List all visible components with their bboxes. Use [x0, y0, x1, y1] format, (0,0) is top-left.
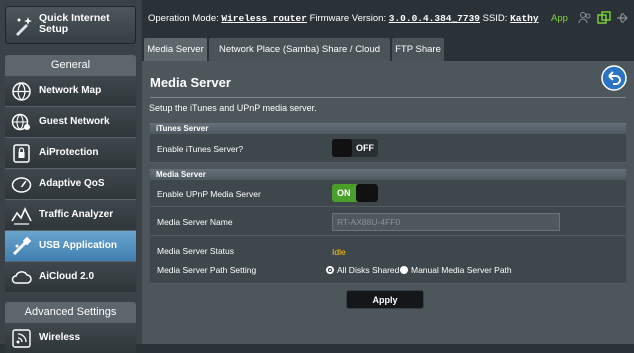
path-setting-row-body: Media Server Path Setting All Disks Shar…: [150, 255, 626, 284]
quick-internet-setup-button[interactable]: Quick Internet Setup: [5, 6, 136, 44]
firmware-version-link[interactable]: 3.0.0.4.384_7739: [389, 13, 480, 24]
sidebar-item-adaptive-qos[interactable]: Adaptive QoS: [5, 168, 136, 199]
server-name-row: Media Server Name RT-AX88U-4FF0: [150, 207, 626, 236]
status-line: Operation Mode: Wireless router Firmware…: [148, 13, 539, 24]
cloud-icon: [11, 271, 32, 284]
traffic-icon: [11, 207, 32, 225]
sidebar-item-label: AiProtection: [39, 147, 99, 158]
manual-path-label[interactable]: Manual Media Server Path: [411, 265, 512, 275]
wand-icon: [16, 17, 32, 36]
sidebar-item-usb-application[interactable]: USB Application: [5, 230, 136, 261]
advanced-section-header: Advanced Settings: [5, 302, 136, 322]
sidebar-item-label: AiCloud 2.0: [39, 271, 95, 282]
itunes-enable-label: Enable iTunes Server?: [157, 144, 244, 154]
tab-bar: Media Server Network Place (Samba) Share…: [142, 36, 634, 78]
sidebar-item-aiprotection[interactable]: AiProtection: [5, 137, 136, 168]
sidebar-item-label: Traffic Analyzer: [39, 209, 114, 220]
sidebar-item-aicloud[interactable]: AiCloud 2.0: [5, 261, 136, 292]
manual-path-radio[interactable]: [400, 266, 408, 274]
toggle-state: ON: [337, 188, 351, 198]
lock-icon: [13, 144, 30, 163]
app-link[interactable]: App: [551, 13, 568, 24]
usb-icon: [12, 236, 32, 256]
sidebar-item-label: USB Application: [39, 240, 117, 251]
itunes-enable-row: Enable iTunes Server? OFF: [150, 134, 626, 163]
toggle-knob: [332, 139, 352, 157]
copy-icon[interactable]: [597, 11, 611, 25]
media-server-panel: Media Server Setup the iTunes and UPnP m…: [142, 61, 634, 344]
usb-status-icon[interactable]: [616, 11, 630, 25]
sidebar-item-label: Wireless: [39, 332, 81, 343]
page-description: Setup the iTunes and UPnP media server.: [149, 103, 317, 113]
sidebar-item-traffic-analyzer[interactable]: Traffic Analyzer: [5, 199, 136, 230]
upnp-enable-row: Enable UPnP Media Server ON: [150, 180, 626, 207]
upnp-enable-label: Enable UPnP Media Server: [157, 189, 261, 199]
page-title: Media Server: [150, 75, 231, 90]
sidebar-item-label: Network Map: [39, 85, 102, 96]
toggle-state: OFF: [356, 143, 374, 153]
itunes-section-header: iTunes Server: [150, 123, 626, 134]
ssid-label: SSID:: [482, 13, 508, 24]
all-disks-label[interactable]: All Disks Shared: [337, 265, 399, 275]
upnp-toggle[interactable]: ON: [332, 184, 378, 202]
gauge-icon: [11, 177, 32, 193]
media-section-header: Media Server: [150, 169, 626, 180]
general-section-header: General: [5, 55, 136, 75]
all-disks-radio[interactable]: [326, 266, 334, 274]
tab-ftp-share[interactable]: FTP Share: [392, 38, 444, 61]
globe-icon: [12, 82, 31, 101]
sidebar-item-wireless[interactable]: Wireless: [5, 322, 136, 353]
server-name-input[interactable]: RT-AX88U-4FF0: [332, 213, 560, 231]
title-divider: [150, 97, 626, 98]
tab-samba-share[interactable]: Network Place (Samba) Share / Cloud Disk: [209, 38, 390, 78]
sidebar-item-network-map[interactable]: Network Map: [5, 75, 136, 106]
operation-mode-label: Operation Mode:: [148, 13, 219, 24]
itunes-toggle[interactable]: OFF: [332, 139, 378, 157]
sidebar-item-guest-network[interactable]: Guest Network: [5, 106, 136, 137]
ssid-link[interactable]: Kathy: [510, 13, 539, 24]
users-icon[interactable]: [578, 11, 592, 25]
toggle-knob: [356, 184, 378, 202]
wireless-icon: [12, 329, 31, 348]
firmware-label: Firmware Version:: [309, 13, 387, 24]
guest-globe-icon: [11, 113, 30, 131]
path-setting-label: Media Server Path Setting: [157, 265, 257, 275]
tab-media-server[interactable]: Media Server: [144, 38, 207, 61]
server-name-label: Media Server Name: [157, 217, 233, 227]
sidebar-item-label: Guest Network: [39, 116, 110, 127]
quick-setup-label: Quick Internet Setup: [39, 12, 110, 35]
back-arrow-icon[interactable]: [601, 65, 627, 91]
operation-mode-link[interactable]: Wireless router: [221, 13, 307, 24]
sidebar: Quick Internet Setup General Network Map…: [0, 0, 142, 353]
sidebar-item-label: Adaptive QoS: [39, 178, 105, 189]
apply-button[interactable]: Apply: [346, 290, 424, 309]
top-status-bar: Operation Mode: Wireless router Firmware…: [142, 0, 634, 36]
